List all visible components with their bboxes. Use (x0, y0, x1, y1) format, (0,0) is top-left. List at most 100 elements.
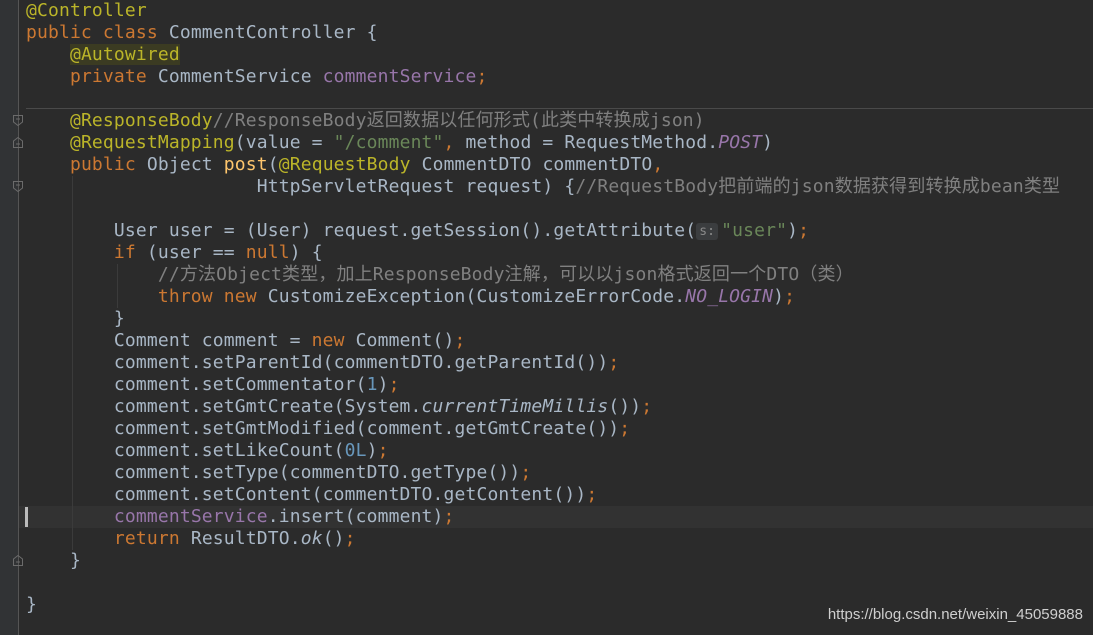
code-token: ) (773, 286, 785, 307)
code-line[interactable] (26, 572, 1060, 594)
code-token: ; (476, 66, 488, 87)
code-token: private (69, 66, 158, 87)
code-token: ; (520, 462, 532, 483)
code-token: if (113, 242, 147, 263)
code-token: ; (641, 396, 653, 417)
code-token: ) (377, 374, 389, 395)
code-line[interactable]: public class CommentController { (26, 22, 1060, 44)
code-token: currentTimeMillis (421, 396, 609, 417)
code-line[interactable]: User user = (User) request.getSession().… (26, 220, 1060, 242)
code-line[interactable]: //方法Object类型，加上ResponseBody注解，可以以json格式返… (26, 264, 1060, 286)
code-token: @RequestBody (278, 154, 422, 175)
code-line[interactable]: public Object post(@RequestBody CommentD… (26, 154, 1060, 176)
code-token: , (652, 154, 664, 175)
code-token: ; (344, 528, 356, 549)
fold-collapse-icon[interactable] (13, 181, 23, 192)
code-line[interactable]: @Controller (26, 0, 1060, 22)
code-token: return (113, 528, 191, 549)
code-token: new (311, 330, 356, 351)
code-line[interactable]: comment.setParentId(commentDTO.getParent… (26, 352, 1060, 374)
code-token: null (245, 242, 290, 263)
code-token: ; (443, 506, 455, 527)
code-line[interactable]: comment.setContent(commentDTO.getContent… (26, 484, 1060, 506)
code-token: @Controller (26, 0, 147, 21)
code-token: .insert(comment) (267, 506, 444, 527)
code-token: comment.setParentId(commentDTO.getParent… (26, 352, 609, 373)
code-line[interactable]: private CommentService commentService; (26, 66, 1060, 88)
parameter-hint: s: (696, 223, 719, 240)
code-token: ; (798, 220, 810, 241)
code-line[interactable]: comment.setGmtCreate(System.currentTimeM… (26, 396, 1060, 418)
fold-collapse-icon[interactable] (13, 115, 23, 126)
code-line[interactable]: @Autowired (26, 44, 1060, 66)
code-line[interactable]: comment.setGmtModified(comment.getGmtCre… (26, 418, 1060, 440)
code-token: NO_LOGIN (685, 286, 774, 307)
code-line[interactable]: Comment comment = new Comment(); (26, 330, 1060, 352)
code-token: , (443, 132, 466, 153)
code-line[interactable]: HttpServletRequest request) {//RequestBo… (26, 176, 1060, 198)
gutter-divider (18, 0, 19, 635)
code-token: } (26, 308, 125, 329)
code-token: @ResponseBody (69, 110, 213, 131)
code-line[interactable] (26, 198, 1060, 220)
code-token: comment.setContent(commentDTO.getContent… (26, 484, 587, 505)
code-editor[interactable]: @Controller public class CommentControlle… (26, 0, 1060, 616)
code-token: Object (146, 154, 224, 175)
code-token: CommentController { (168, 22, 378, 43)
fold-end-icon[interactable] (13, 137, 23, 148)
code-token: //ResponseBody返回数据以任何形式(此类中转换成json) (212, 110, 705, 131)
code-token: POST (718, 132, 763, 153)
code-token: public class (26, 22, 169, 43)
code-line[interactable]: commentService.insert(comment); (26, 506, 1060, 528)
code-token: commentService (322, 66, 477, 87)
code-token: User user = (User) request.getSession().… (26, 220, 697, 241)
code-token: ; (377, 440, 389, 461)
code-token: ; (586, 484, 598, 505)
code-token: } (26, 594, 37, 615)
code-token: ) (762, 132, 774, 153)
code-token: 0L (344, 440, 367, 461)
code-line[interactable]: return ResultDTO.ok(); (26, 528, 1060, 550)
code-line[interactable]: } (26, 308, 1060, 330)
code-token: ResultDTO. (190, 528, 301, 549)
code-token: (value = (234, 132, 334, 153)
code-token: CustomizeException(CustomizeErrorCode. (267, 286, 686, 307)
code-line[interactable]: @RequestMapping(value = "/comment", meth… (26, 132, 1060, 154)
code-token: post (223, 154, 268, 175)
editor-gutter (0, 0, 18, 635)
fold-end-icon[interactable] (13, 555, 23, 566)
code-token: @Autowired (69, 44, 180, 65)
code-line[interactable]: comment.setCommentator(1); (26, 374, 1060, 396)
code-token: } (26, 550, 81, 571)
code-token: CommentService (157, 66, 323, 87)
code-token: comment.setLikeCount( (26, 440, 345, 461)
code-token: @RequestMapping (69, 132, 235, 153)
code-token: comment.setGmtCreate(System. (26, 396, 422, 417)
code-line[interactable] (26, 88, 1060, 110)
code-line[interactable]: @ResponseBody//ResponseBody返回数据以任何形式(此类中… (26, 110, 1060, 132)
code-token: 1 (366, 374, 378, 395)
code-token: "user" (721, 220, 788, 241)
code-line[interactable]: throw new CustomizeException(CustomizeEr… (26, 286, 1060, 308)
code-line[interactable]: if (user == null) { (26, 242, 1060, 264)
code-line[interactable]: comment.setLikeCount(0L); (26, 440, 1060, 462)
code-line[interactable]: comment.setType(commentDTO.getType()); (26, 462, 1060, 484)
code-token: Comment() (355, 330, 455, 351)
code-token: public (69, 154, 147, 175)
code-token: comment.setGmtModified(comment.getGmtCre… (26, 418, 620, 439)
code-token: commentService (113, 506, 268, 527)
code-line[interactable]: } (26, 550, 1060, 572)
code-token: "/comment" (333, 132, 444, 153)
code-token: () (322, 528, 345, 549)
code-token: ok (300, 528, 323, 549)
code-token: ( (267, 154, 279, 175)
